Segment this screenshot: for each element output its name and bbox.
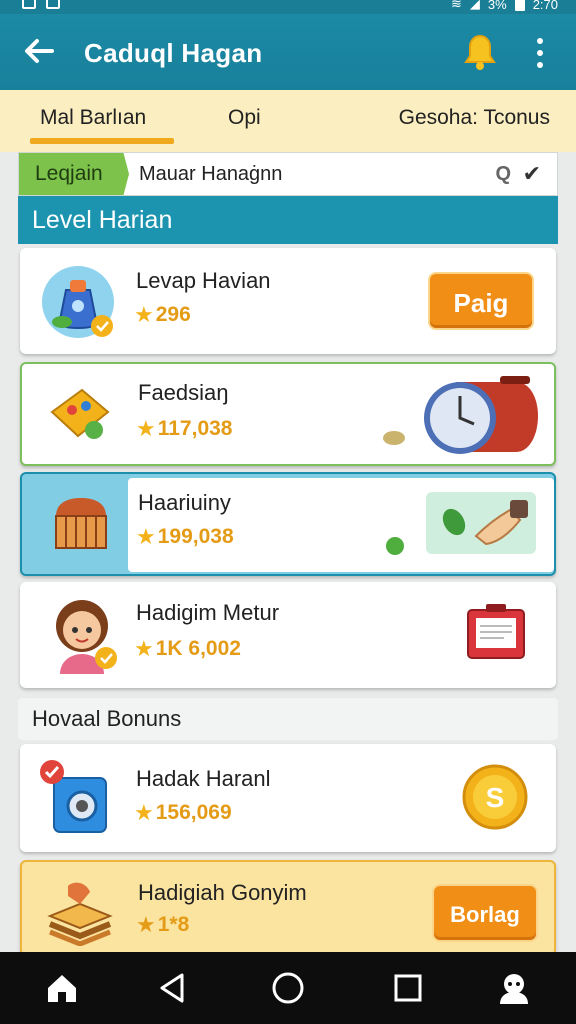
tab-opi[interactable]: Opi (228, 106, 261, 130)
star-icon: ★ (136, 416, 156, 441)
wall-clock-icon (420, 374, 546, 460)
section-header-level: Level Harian (18, 196, 558, 244)
card-points: ★ 117,038 (136, 416, 233, 441)
system-nav-bar (0, 952, 576, 1024)
status-bar: ≋ ◢ 3% 2:70 (0, 0, 576, 14)
potion-bag-icon (40, 264, 116, 340)
assistant-icon[interactable] (496, 970, 532, 1006)
page-title: Caduql Hagan (84, 38, 263, 68)
hand-leaf-icon[interactable] (426, 492, 536, 554)
card-title: Hadigiah Gonyim (138, 880, 307, 905)
filter-chip[interactable]: Leqjain (19, 153, 129, 195)
tab-daily[interactable]: Mal Barlıan (40, 106, 146, 130)
list-item[interactable]: Hadak Haranl ★ 156,069 S (20, 744, 556, 852)
bonus-button[interactable]: Borlag (432, 884, 538, 942)
save-icon (22, 0, 36, 9)
bell-icon[interactable] (462, 32, 498, 72)
card-title: Hadak Haranl (136, 766, 271, 791)
chat-icon (384, 536, 406, 558)
leaf-icon (382, 428, 406, 448)
home-icon[interactable] (44, 970, 80, 1006)
clock: 2:70 (532, 0, 558, 12)
card-points: ★ 199,038 (136, 524, 234, 549)
more-vert-icon[interactable] (532, 38, 548, 68)
section-header-bonus: Hovaal Bonuns (18, 698, 558, 740)
food-stack-icon (46, 876, 114, 947)
check-icon[interactable]: ✔ (523, 161, 541, 187)
nav-back-icon[interactable] (154, 970, 190, 1006)
camera-bag-icon (38, 758, 112, 836)
tab-gesoha[interactable]: Gesoha: Tconus (399, 106, 550, 130)
card-title: Faedsiaŋ (138, 380, 229, 405)
signal-icon: ◢ (469, 0, 480, 11)
active-tab-indicator (30, 138, 174, 144)
star-icon: ★ (136, 524, 156, 549)
star-icon: ★ (134, 800, 154, 825)
search-input[interactable]: Mauar Hanaġnn (139, 163, 282, 186)
gold-coin-icon[interactable]: S (462, 764, 528, 830)
wifi-icon: ≋ (450, 0, 462, 11)
battery-icon (514, 0, 525, 11)
search-icon[interactable]: Q (495, 163, 511, 186)
svg-text:S: S (486, 782, 505, 813)
card-title: Hadigim Metur (136, 600, 280, 625)
claim-button[interactable]: Paig (428, 272, 534, 330)
battery-percent: 3% (487, 0, 507, 12)
image-icon (46, 0, 60, 9)
card-points: ★ 296 (134, 302, 191, 327)
map-board-icon (48, 382, 112, 446)
card-title: Levap Havian (136, 268, 271, 293)
list-item-selected[interactable]: Haariuiny ★ 199,038 (20, 472, 556, 576)
star-icon: ★ (134, 302, 154, 327)
card-points: ★ 1K 6,002 (134, 636, 241, 661)
girl-avatar-icon (44, 596, 120, 674)
list-item[interactable]: Levap Havian ★ 296 Paig (20, 248, 556, 354)
nav-home-circle-icon[interactable] (270, 970, 306, 1006)
star-icon: ★ (134, 636, 154, 661)
back-arrow-icon[interactable] (22, 34, 56, 68)
treasure-chest-icon (50, 492, 112, 554)
star-icon: ★ (136, 912, 156, 937)
list-item[interactable]: Hadigiah Gonyim ★ 1*8 Borlag (20, 860, 556, 956)
list-item[interactable]: Faedsiaŋ ★ 117,038 (20, 362, 556, 466)
app-bar: Caduql Hagan (0, 14, 576, 90)
list-item[interactable]: Hadigim Metur ★ 1K 6,002 (20, 582, 556, 688)
recents-icon[interactable] (390, 970, 426, 1006)
filter-row: Leqjain Mauar Hanaġnn Q ✔ (18, 152, 558, 196)
card-points: ★ 156,069 (134, 800, 232, 825)
card-title: Haariuiny (138, 490, 231, 515)
card-points: ★ 1*8 (136, 912, 190, 937)
gift-box-icon[interactable] (464, 600, 528, 662)
